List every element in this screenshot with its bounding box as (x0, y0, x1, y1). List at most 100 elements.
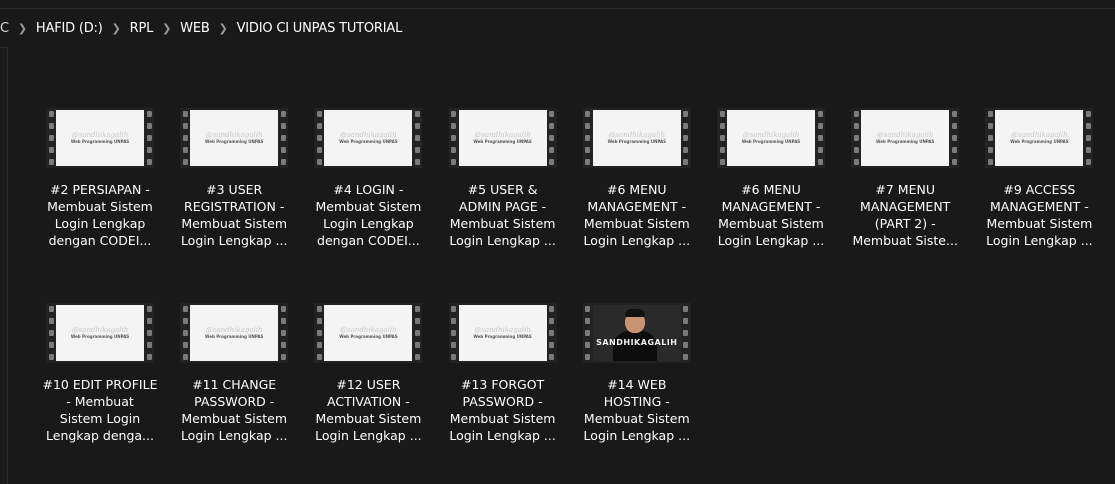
file-name-line: MANAGEMENT (860, 199, 951, 214)
file-item[interactable]: @sandhikagalih Web Programming UNPAS #10 E… (37, 303, 163, 477)
file-name-line: MANAGEMENT - (721, 199, 821, 214)
file-name-line: Membuat Siste... (852, 233, 958, 248)
file-item[interactable]: @sandhikagalih Web Programming UNPAS #4 LO… (305, 108, 431, 282)
address-bar[interactable]: C ❯ HAFID (D:) ❯ RPL ❯ WEB ❯ VIDIO CI UN… (0, 8, 1115, 48)
file-name-line: Login Lengkap ... (315, 428, 422, 443)
film-strip-icon (546, 108, 557, 168)
video-frame: @sandhikagalih Web Programming UNPAS (56, 110, 144, 166)
file-name-line: Membuat Sistem (449, 216, 556, 231)
video-thumbnail: @sandhikagalih Web Programming UNPAS (314, 108, 423, 168)
file-name-line: #7 MENU (875, 182, 935, 197)
video-frame: @sandhikagalih Web Programming UNPAS (56, 305, 144, 361)
thumbnail-watermark: @sandhikagalih (340, 326, 397, 334)
thumbnail-subtitle: Web Programming UNPAS (1010, 139, 1069, 144)
file-item[interactable]: @sandhikagalih Web Programming UNPAS #6 ME… (574, 108, 700, 282)
file-name-line: #6 MENU (607, 182, 667, 197)
chevron-right-icon[interactable]: ❯ (18, 22, 27, 35)
film-strip-icon (582, 303, 593, 363)
video-frame-photo: SANDHIKAGALIH (592, 305, 681, 361)
file-item[interactable]: @sandhikagalih Web Programming UNPAS #11 C… (171, 303, 297, 477)
breadcrumb-drive[interactable]: HAFID (D:) (36, 21, 103, 36)
file-item[interactable]: @sandhikagalih Web Programming UNPAS #13 F… (440, 303, 566, 477)
video-frame: @sandhikagalih Web Programming UNPAS (190, 110, 279, 166)
thumbnail-subtitle: Web Programming UNPAS (473, 139, 532, 144)
file-name-line: PASSWORD - (462, 394, 543, 409)
file-name-line: #11 CHANGE (192, 377, 277, 392)
video-thumbnail: @sandhikagalih Web Programming UNPAS (851, 108, 960, 168)
thumbnail-watermark: @sandhikagalih (205, 131, 263, 139)
video-overlay-text: SANDHIKAGALIH (596, 338, 678, 347)
breadcrumb-root[interactable]: C (0, 21, 9, 36)
file-item[interactable]: SANDHIKAGALIH #14 WEB HOSTING - Membuat Sis… (574, 303, 700, 477)
film-strip-icon (144, 108, 154, 168)
chevron-right-icon[interactable]: ❯ (112, 22, 121, 35)
video-frame: @sandhikagalih Web Programming UNPAS (458, 110, 547, 166)
file-name-line: - Membuat (66, 394, 134, 409)
video-frame: @sandhikagalih Web Programming UNPAS (458, 305, 547, 361)
file-name: #6 MENU MANAGEMENT - Membuat Sistem Login L… (708, 181, 834, 249)
video-frame: @sandhikagalih Web Programming UNPAS (190, 305, 279, 361)
file-name-line: #5 USER & (467, 182, 538, 197)
film-strip-icon (448, 303, 459, 363)
film-strip-icon (412, 303, 423, 363)
file-item[interactable]: @sandhikagalih Web Programming UNPAS #12 U… (305, 303, 431, 477)
video-frame: @sandhikagalih Web Programming UNPAS (592, 110, 681, 166)
film-strip-icon (680, 303, 691, 363)
file-item[interactable]: @sandhikagalih Web Programming UNPAS #6 ME… (708, 108, 834, 282)
video-thumbnail: @sandhikagalih Web Programming UNPAS (448, 303, 557, 363)
file-item[interactable]: @sandhikagalih Web Programming UNPAS #9 AC… (976, 108, 1102, 282)
film-strip-icon (314, 303, 325, 363)
film-strip-icon (949, 108, 960, 168)
thumbnail-watermark: @sandhikagalih (205, 326, 263, 334)
file-item[interactable]: @sandhikagalih Web Programming UNPAS #2 PE… (37, 108, 163, 282)
file-name-line: Login Lengkap (54, 216, 146, 231)
file-name-line: (PART 2) - (874, 216, 936, 231)
file-name-line: ACTIVATION - (327, 394, 410, 409)
file-name-line: Membuat Sistem (315, 199, 422, 214)
thumbnail-watermark: @sandhikagalih (71, 326, 129, 334)
film-strip-icon (412, 108, 423, 168)
chevron-right-icon[interactable]: ❯ (219, 22, 228, 35)
video-thumbnail: @sandhikagalih Web Programming UNPAS (448, 108, 557, 168)
film-strip-icon (278, 108, 289, 168)
file-name-line: Membuat Sistem (47, 199, 153, 214)
video-thumbnail: @sandhikagalih Web Programming UNPAS (46, 108, 154, 168)
video-thumbnail: @sandhikagalih Web Programming UNPAS (582, 108, 691, 168)
file-item[interactable]: @sandhikagalih Web Programming UNPAS #5 US… (440, 108, 566, 282)
video-thumbnail: @sandhikagalih Web Programming UNPAS (985, 108, 1094, 168)
file-view[interactable]: @sandhikagalih Web Programming UNPAS #2 PE… (7, 47, 1115, 484)
thumbnail-watermark: @sandhikagalih (340, 131, 397, 139)
file-item[interactable]: @sandhikagalih Web Programming UNPAS #7 ME… (842, 108, 968, 282)
film-strip-icon (717, 108, 727, 168)
file-name: #6 MENU MANAGEMENT - Membuat Sistem Login L… (574, 181, 700, 249)
file-name-line: Membuat Sistem (583, 216, 690, 231)
film-strip-icon (1083, 108, 1094, 168)
file-name-line: Login Lengkap ... (449, 428, 556, 443)
breadcrumb-web[interactable]: WEB (180, 21, 210, 36)
film-strip-icon (180, 303, 191, 363)
file-name-line: Membuat Sistem (986, 216, 1093, 231)
film-strip-icon (46, 303, 56, 363)
thumbnail-subtitle: Web Programming UNPAS (205, 139, 264, 144)
file-item[interactable]: @sandhikagalih Web Programming UNPAS #3 US… (171, 108, 297, 282)
file-name-line: Login Lengkap ... (986, 233, 1093, 248)
video-thumbnail: @sandhikagalih Web Programming UNPAS (717, 108, 825, 168)
thumbnail-subtitle: Web Programming UNPAS (205, 334, 264, 339)
film-strip-icon (815, 108, 825, 168)
chevron-right-icon[interactable]: ❯ (162, 22, 171, 35)
thumbnail-watermark: @sandhikagalih (71, 131, 129, 139)
file-name-line: Login Lengkap ... (717, 233, 825, 248)
breadcrumb-current-folder[interactable]: VIDIO CI UNPAS TUTORIAL (237, 21, 403, 36)
breadcrumb-rpl[interactable]: RPL (130, 21, 154, 36)
file-name: #12 USER ACTIVATION - Membuat Sistem Login … (305, 376, 431, 444)
file-name-line: MANAGEMENT - (990, 199, 1089, 214)
film-strip-icon (278, 303, 289, 363)
video-thumbnail: SANDHIKAGALIH (582, 303, 691, 363)
thumbnail-subtitle: Web Programming UNPAS (70, 334, 130, 339)
file-name-line: Login Lengkap ... (583, 233, 691, 248)
file-name-line: Sistem Login (59, 411, 141, 426)
thumbnail-watermark: @sandhikagalih (1011, 131, 1068, 139)
file-name-line: #10 EDIT PROFILE (42, 377, 158, 392)
film-strip-icon (144, 303, 154, 363)
file-name: #3 USER REGISTRATION - Membuat Sistem Login… (171, 181, 297, 249)
